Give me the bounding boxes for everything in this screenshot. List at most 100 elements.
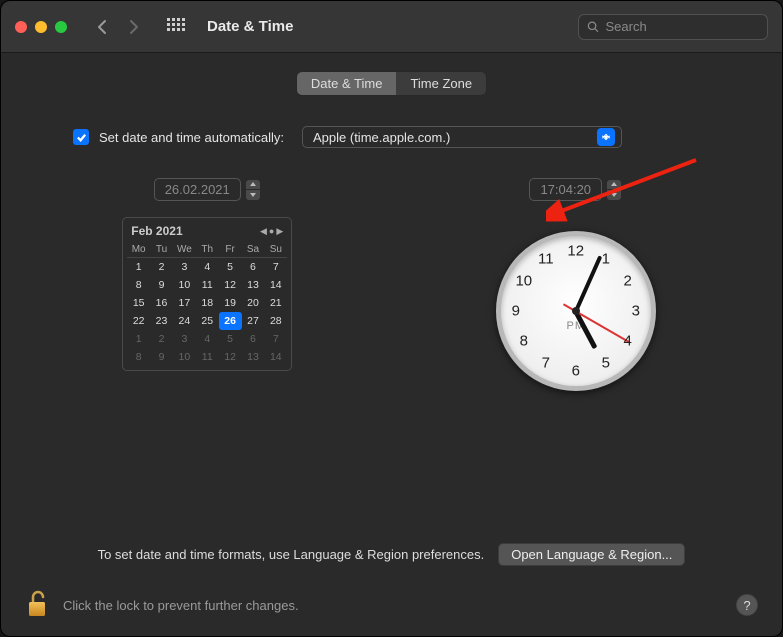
time-server-value: Apple (time.apple.com.): [313, 130, 450, 145]
help-button[interactable]: ?: [736, 594, 758, 616]
calendar-day[interactable]: 23: [150, 312, 173, 330]
minimize-window-button[interactable]: [35, 21, 47, 33]
language-region-row: To set date and time formats, use Langua…: [23, 526, 760, 566]
calendar-dow: Mo: [127, 242, 150, 258]
calendar-day[interactable]: 12: [219, 276, 242, 294]
calendar-dow: Fr: [219, 242, 242, 258]
calendar-day[interactable]: 17: [173, 294, 196, 312]
calendar-day[interactable]: 13: [242, 348, 265, 366]
date-time-columns: 26.02.2021 Feb 2021 ◀ ● ▶: [23, 178, 760, 391]
search-input[interactable]: [606, 19, 760, 34]
calendar-day[interactable]: 13: [242, 276, 265, 294]
tab-bar: Date & Time Time Zone: [296, 71, 487, 96]
calendar-day[interactable]: 6: [242, 258, 265, 276]
calendar-day[interactable]: 7: [264, 258, 287, 276]
calendar-day[interactable]: 14: [264, 276, 287, 294]
time-stepper-field[interactable]: 17:04:20: [529, 178, 622, 201]
calendar-day[interactable]: 11: [196, 276, 219, 294]
calendar-day[interactable]: 5: [219, 330, 242, 348]
calendar-day[interactable]: 9: [150, 276, 173, 294]
calendar-day[interactable]: 28: [264, 312, 287, 330]
calendar-day[interactable]: 6: [242, 330, 265, 348]
titlebar: Date & Time: [1, 1, 782, 53]
calendar[interactable]: Feb 2021 ◀ ● ▶ MoTuWeThFrSaSu12345678910…: [122, 217, 292, 371]
calendar-day[interactable]: 5: [219, 258, 242, 276]
window-controls: [15, 21, 67, 33]
chevron-down-icon: [597, 128, 615, 146]
calendar-day[interactable]: 19: [219, 294, 242, 312]
calendar-day[interactable]: 7: [264, 330, 287, 348]
cal-prev-icon[interactable]: ◀: [260, 227, 267, 236]
calendar-day[interactable]: 2: [150, 258, 173, 276]
calendar-day[interactable]: 24: [173, 312, 196, 330]
calendar-day[interactable]: 9: [150, 348, 173, 366]
date-stepper-field[interactable]: 26.02.2021: [154, 178, 261, 201]
search-icon: [587, 20, 600, 34]
forward-button[interactable]: [121, 14, 147, 40]
calendar-dow: We: [173, 242, 196, 258]
calendar-day[interactable]: 21: [264, 294, 287, 312]
calendar-day[interactable]: 15: [127, 294, 150, 312]
calendar-day[interactable]: 12: [219, 348, 242, 366]
analog-clock: PM 121234567891011: [496, 231, 656, 391]
clock-number: 12: [567, 243, 584, 260]
search-field[interactable]: [578, 14, 768, 40]
calendar-day[interactable]: 1: [127, 258, 150, 276]
calendar-nav: ◀ ● ▶: [260, 227, 283, 236]
system-prefs-window: Date & Time Date & Time Time Zone Set da…: [0, 0, 783, 637]
calendar-day[interactable]: 27: [242, 312, 265, 330]
language-region-text: To set date and time formats, use Langua…: [98, 547, 485, 562]
calendar-day[interactable]: 25: [196, 312, 219, 330]
calendar-day[interactable]: 8: [127, 276, 150, 294]
calendar-day[interactable]: 20: [242, 294, 265, 312]
calendar-day[interactable]: 2: [150, 330, 173, 348]
calendar-day[interactable]: 26: [219, 312, 242, 330]
tab-time-zone[interactable]: Time Zone: [396, 72, 486, 95]
open-language-region-button[interactable]: Open Language & Region...: [498, 543, 685, 566]
calendar-day[interactable]: 11: [196, 348, 219, 366]
clock-number: 1: [602, 251, 610, 268]
clock-number: 2: [624, 273, 632, 290]
stepper-down-icon[interactable]: [606, 190, 622, 201]
calendar-header: Feb 2021 ◀ ● ▶: [127, 224, 287, 242]
calendar-dow: Tu: [150, 242, 173, 258]
cal-today-icon[interactable]: ●: [269, 227, 274, 236]
close-window-button[interactable]: [15, 21, 27, 33]
auto-set-checkbox[interactable]: [73, 129, 89, 145]
stepper-down-icon[interactable]: [245, 190, 261, 201]
show-all-icon[interactable]: [167, 18, 185, 36]
calendar-day[interactable]: 16: [150, 294, 173, 312]
stepper-up-icon[interactable]: [245, 179, 261, 191]
calendar-day[interactable]: 8: [127, 348, 150, 366]
cal-next-icon[interactable]: ▶: [276, 227, 283, 236]
calendar-day[interactable]: 3: [173, 330, 196, 348]
content-area: Date & Time Time Zone Set date and time …: [1, 53, 782, 636]
time-stepper[interactable]: [606, 179, 622, 201]
clock-number: 5: [602, 354, 610, 371]
minute-hand: [574, 255, 602, 311]
calendar-day[interactable]: 10: [173, 276, 196, 294]
calendar-dow: Sa: [242, 242, 265, 258]
calendar-day[interactable]: 4: [196, 330, 219, 348]
back-button[interactable]: [89, 14, 115, 40]
clock-number: 9: [512, 303, 520, 320]
lock-icon[interactable]: [25, 590, 49, 620]
tab-date-time[interactable]: Date & Time: [297, 72, 397, 95]
time-input[interactable]: 17:04:20: [529, 178, 602, 201]
clock-number: 11: [538, 251, 554, 268]
clock-number: 6: [572, 363, 580, 380]
lock-row: Click the lock to prevent further change…: [23, 590, 760, 620]
calendar-day[interactable]: 22: [127, 312, 150, 330]
calendar-day[interactable]: 10: [173, 348, 196, 366]
stepper-up-icon[interactable]: [606, 179, 622, 191]
time-server-dropdown[interactable]: Apple (time.apple.com.): [302, 126, 622, 148]
date-stepper[interactable]: [245, 179, 261, 201]
calendar-day[interactable]: 4: [196, 258, 219, 276]
calendar-day[interactable]: 3: [173, 258, 196, 276]
calendar-day[interactable]: 18: [196, 294, 219, 312]
date-input[interactable]: 26.02.2021: [154, 178, 241, 201]
calendar-day[interactable]: 1: [127, 330, 150, 348]
calendar-title: Feb 2021: [131, 224, 182, 238]
calendar-day[interactable]: 14: [264, 348, 287, 366]
zoom-window-button[interactable]: [55, 21, 67, 33]
